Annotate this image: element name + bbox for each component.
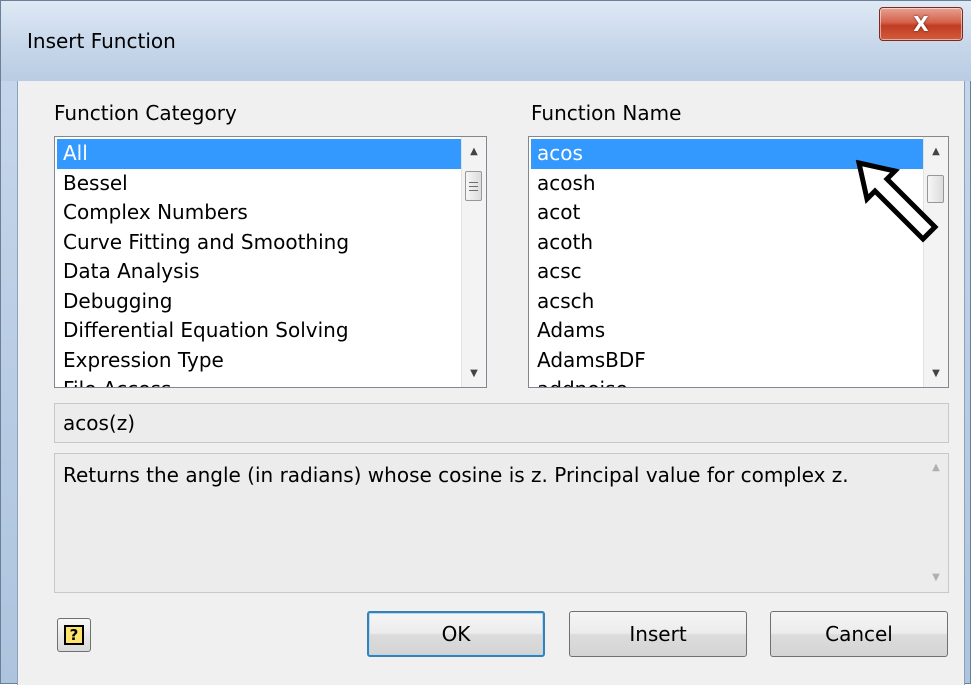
list-item[interactable]: Bessel bbox=[57, 169, 462, 199]
window-title: Insert Function bbox=[27, 29, 176, 53]
cancel-button[interactable]: Cancel bbox=[770, 611, 948, 657]
function-name-list[interactable]: acos acosh acot acoth acsc acsch Adams A… bbox=[528, 136, 949, 388]
scroll-down-icon[interactable]: ▼ bbox=[924, 361, 948, 385]
function-name-label: Function Name bbox=[531, 101, 682, 125]
category-scrollbar[interactable]: ▲ ▼ bbox=[461, 137, 486, 387]
list-item[interactable]: Expression Type bbox=[57, 346, 462, 376]
list-item[interactable]: Data Analysis bbox=[57, 257, 462, 287]
scroll-up-icon[interactable]: ▲ bbox=[924, 456, 948, 480]
list-item[interactable]: AdamsBDF bbox=[531, 346, 924, 376]
function-description: Returns the angle (in radians) whose cos… bbox=[54, 453, 949, 593]
dialog-body: Function Category All Bessel Complex Num… bbox=[17, 81, 965, 685]
scroll-down-icon[interactable]: ▼ bbox=[462, 361, 486, 385]
list-item[interactable]: acsc bbox=[531, 257, 924, 287]
function-signature-text: acos(z) bbox=[63, 411, 136, 435]
scroll-down-icon[interactable]: ▼ bbox=[924, 566, 948, 590]
insert-button[interactable]: Insert bbox=[569, 611, 747, 657]
help-icon: ? bbox=[64, 625, 84, 645]
category-items: All Bessel Complex Numbers Curve Fitting… bbox=[57, 139, 462, 387]
dialog-window: Insert Function X Function Category All … bbox=[0, 0, 971, 685]
list-item[interactable]: Differential Equation Solving bbox=[57, 316, 462, 346]
list-item[interactable]: Complex Numbers bbox=[57, 198, 462, 228]
close-button[interactable]: X bbox=[879, 7, 963, 41]
description-scrollbar[interactable]: ▲ ▼ bbox=[924, 454, 948, 592]
scrollbar-thumb[interactable] bbox=[465, 171, 482, 201]
function-description-text: Returns the angle (in radians) whose cos… bbox=[63, 463, 849, 487]
help-button[interactable]: ? bbox=[57, 618, 91, 652]
pointer-arrow-icon bbox=[855, 159, 939, 243]
list-item[interactable]: All bbox=[57, 139, 462, 169]
function-category-label: Function Category bbox=[54, 101, 237, 125]
list-item[interactable]: Debugging bbox=[57, 287, 462, 317]
scroll-up-icon[interactable]: ▲ bbox=[462, 139, 486, 163]
list-item[interactable]: addnoise bbox=[531, 375, 924, 387]
function-category-list[interactable]: All Bessel Complex Numbers Curve Fitting… bbox=[54, 136, 487, 388]
ok-button[interactable]: OK bbox=[367, 611, 545, 657]
title-bar[interactable]: Insert Function X bbox=[1, 1, 971, 81]
close-icon: X bbox=[913, 12, 929, 36]
list-item[interactable]: File Access bbox=[57, 375, 462, 387]
list-item[interactable]: acsch bbox=[531, 287, 924, 317]
list-item[interactable]: Curve Fitting and Smoothing bbox=[57, 228, 462, 258]
list-item[interactable]: Adams bbox=[531, 316, 924, 346]
function-signature: acos(z) bbox=[54, 403, 949, 443]
